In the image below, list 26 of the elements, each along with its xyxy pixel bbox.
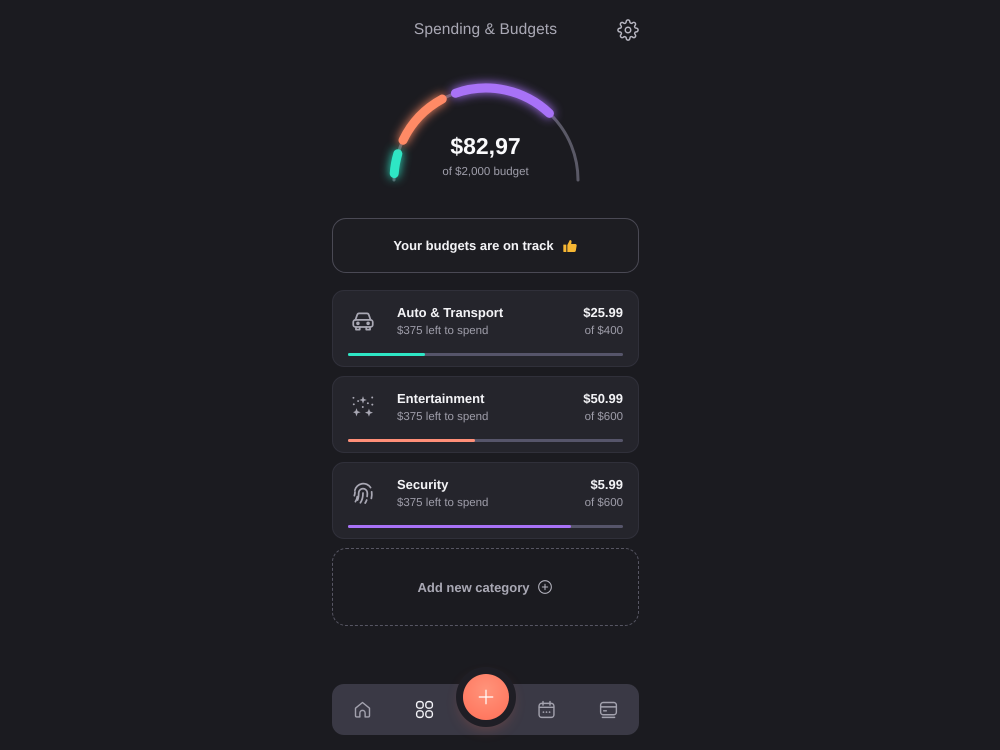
category-name: Auto & Transport — [397, 304, 504, 322]
settings-icon[interactable] — [617, 19, 639, 41]
budget-limit: of $600 — [584, 496, 623, 511]
remaining-text: $375 left to spend — [397, 410, 490, 425]
add-category-button[interactable]: Add new category — [332, 548, 639, 626]
budget-limit: of $600 — [584, 410, 623, 425]
calendar-icon — [536, 699, 558, 720]
plus-circle-icon — [537, 579, 554, 595]
budget-limit: of $400 — [584, 324, 623, 339]
category-card[interactable]: Auto & Transport $375 left to spend $25.99 of $400 — [332, 290, 639, 367]
add-button[interactable] — [462, 674, 508, 720]
category-card[interactable]: Entertainment $375 left to spend $50.99 of $600 — [332, 376, 639, 453]
status-message: Your budgets are on track — [393, 238, 554, 253]
remaining-text: $375 left to spend — [397, 496, 490, 511]
spent-amount: $50.99 — [583, 390, 623, 408]
category-card[interactable]: Security $375 left to spend $5.99 of $600 — [332, 462, 639, 539]
spent-amount: $5.99 — [590, 476, 623, 494]
spent-amount: $25.99 — [583, 304, 623, 322]
grid-icon — [414, 699, 435, 720]
category-name: Entertainment — [397, 390, 486, 408]
thumbs-up-icon — [562, 238, 578, 254]
card-icon — [598, 699, 619, 720]
page-title: Spending & Budgets — [414, 21, 558, 39]
remaining-text: $375 left to spend — [397, 324, 490, 339]
category-name: Security — [397, 476, 450, 494]
plus-icon — [476, 688, 494, 706]
